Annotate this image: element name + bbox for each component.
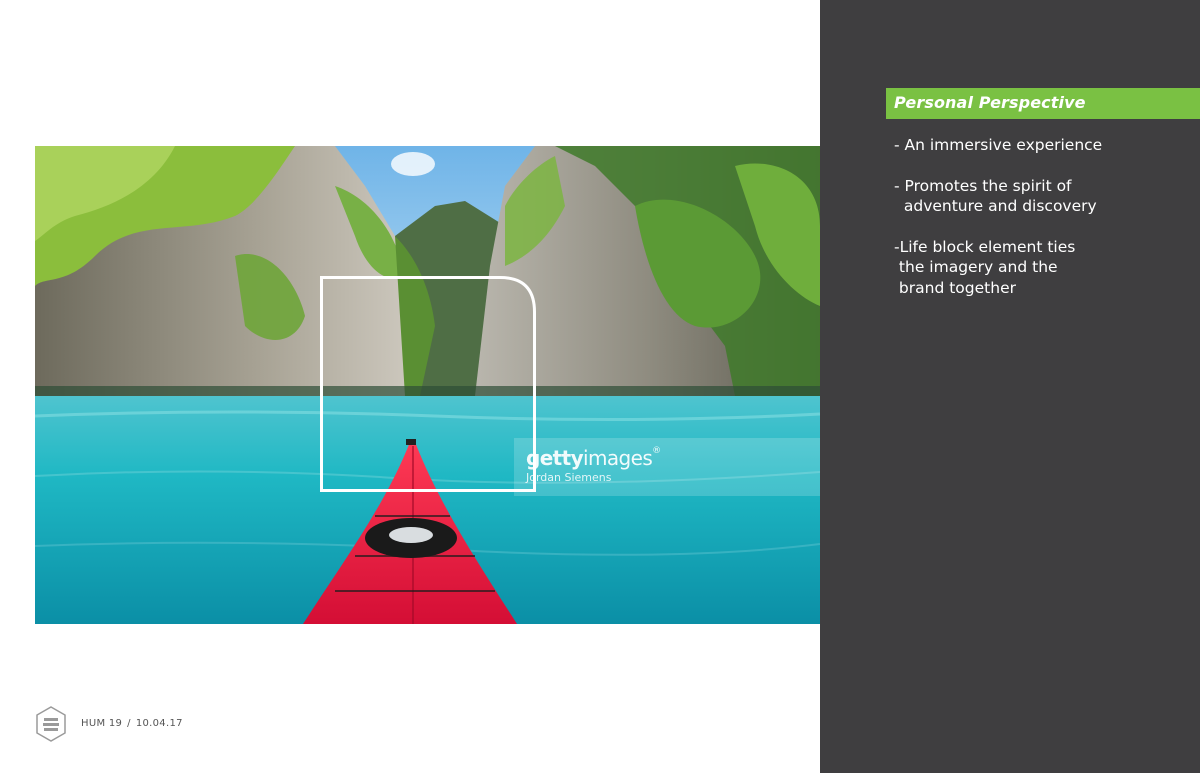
footer-date: 10.04.17 (135, 718, 183, 729)
footer-course: HUM 19 (81, 718, 123, 729)
watermark-author: Jordan Siemens (526, 471, 612, 484)
hexagon-stack-logo-icon (36, 706, 66, 742)
footer-info: HUM 19 / 10.04.17 (81, 718, 183, 729)
footer-separator: / (127, 718, 131, 729)
panel-heading: Personal Perspective (894, 93, 1086, 112)
watermark-brand: gettyimages® (526, 446, 661, 470)
life-block-frame-icon (320, 276, 536, 492)
slide-content-area: gettyimages® Jordan Siemens HUM 19 / 10.04… (0, 0, 820, 773)
getty-watermark: gettyimages® Jordan Siemens (514, 438, 820, 496)
bullet-list: - An immersive experience - Promotes the… (894, 135, 1184, 318)
heading-bar: Personal Perspective (886, 88, 1200, 119)
bullet-item: -Life block element ties the imagery and… (894, 237, 1076, 297)
bullet-item: - Promotes the spirit of adventure and d… (894, 176, 1097, 216)
bullet-item: - An immersive experience (894, 136, 1103, 154)
